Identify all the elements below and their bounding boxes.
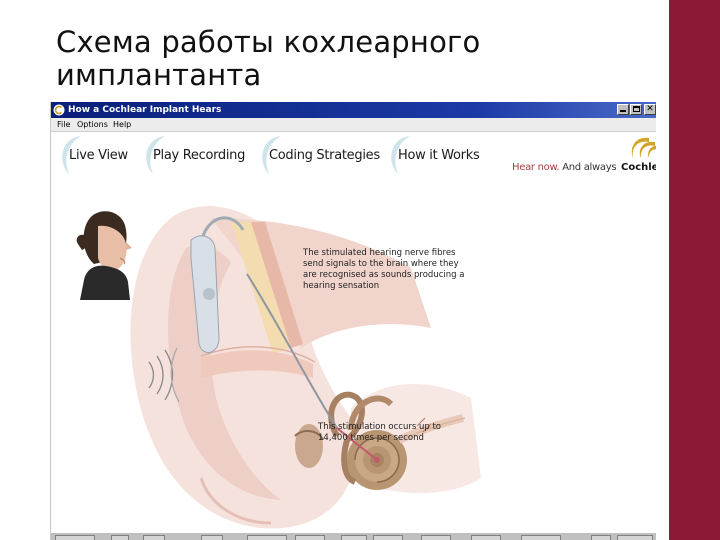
- menu-options[interactable]: Options: [77, 120, 108, 130]
- minimize-icon: [620, 110, 626, 112]
- tab-label: Play Recording: [153, 148, 246, 163]
- slide-title: Схема работы кохлеарного имплантанта: [56, 25, 481, 92]
- taskbar: [51, 532, 656, 540]
- app-icon: [53, 104, 65, 116]
- brand-tagline: Hear now. And always: [512, 162, 617, 173]
- taskbar-button[interactable]: [143, 535, 165, 540]
- taskbar-button[interactable]: [421, 535, 451, 540]
- close-icon: ✕: [646, 104, 654, 114]
- maximize-icon: [633, 106, 640, 112]
- taskbar-button[interactable]: [591, 535, 611, 540]
- tab-label: Coding Strategies: [269, 148, 380, 163]
- menu-help[interactable]: Help: [113, 120, 131, 130]
- taskbar-button[interactable]: [521, 535, 561, 540]
- brand-name: Cochlea: [621, 162, 656, 173]
- menu-file[interactable]: File: [57, 120, 70, 130]
- taskbar-button[interactable]: [471, 535, 501, 540]
- tab-coding-strategies[interactable]: Coding Strategies: [255, 132, 385, 178]
- nerve-caption: The stimulated hearing nerve fibres send…: [303, 248, 465, 291]
- stimulation-caption: This stimulation occurs up to 14,400 tim…: [318, 422, 441, 443]
- minimize-button[interactable]: [617, 104, 629, 115]
- person-listening-illustration: [76, 211, 132, 300]
- maximize-button[interactable]: [630, 104, 642, 115]
- tab-how-it-works[interactable]: How it Works: [384, 132, 494, 178]
- taskbar-button[interactable]: [295, 535, 325, 540]
- taskbar-button[interactable]: [111, 535, 129, 540]
- taskbar-button[interactable]: [373, 535, 403, 540]
- tagline-hear-now: Hear now.: [512, 162, 560, 173]
- taskbar-button[interactable]: [341, 535, 367, 540]
- taskbar-button[interactable]: [201, 535, 223, 540]
- taskbar-button[interactable]: [55, 535, 95, 540]
- window-title: How a Cochlear Implant Hears: [68, 105, 222, 115]
- tab-label: Live View: [69, 148, 128, 163]
- taskbar-button[interactable]: [617, 535, 653, 540]
- taskbar-button[interactable]: [247, 535, 287, 540]
- tab-live-view[interactable]: Live View: [55, 132, 145, 178]
- close-button[interactable]: ✕: [644, 104, 656, 115]
- window-title-bar[interactable]: How a Cochlear Implant Hears ✕: [51, 102, 656, 118]
- tagline-and-always: And always: [562, 162, 617, 173]
- menu-bar: File Options Help: [51, 118, 656, 132]
- app-window: How a Cochlear Implant Hears ✕ File Opti…: [50, 102, 656, 540]
- accent-side-bar: [669, 0, 720, 540]
- tab-play-recording[interactable]: Play Recording: [139, 132, 254, 178]
- tab-label: How it Works: [398, 148, 480, 163]
